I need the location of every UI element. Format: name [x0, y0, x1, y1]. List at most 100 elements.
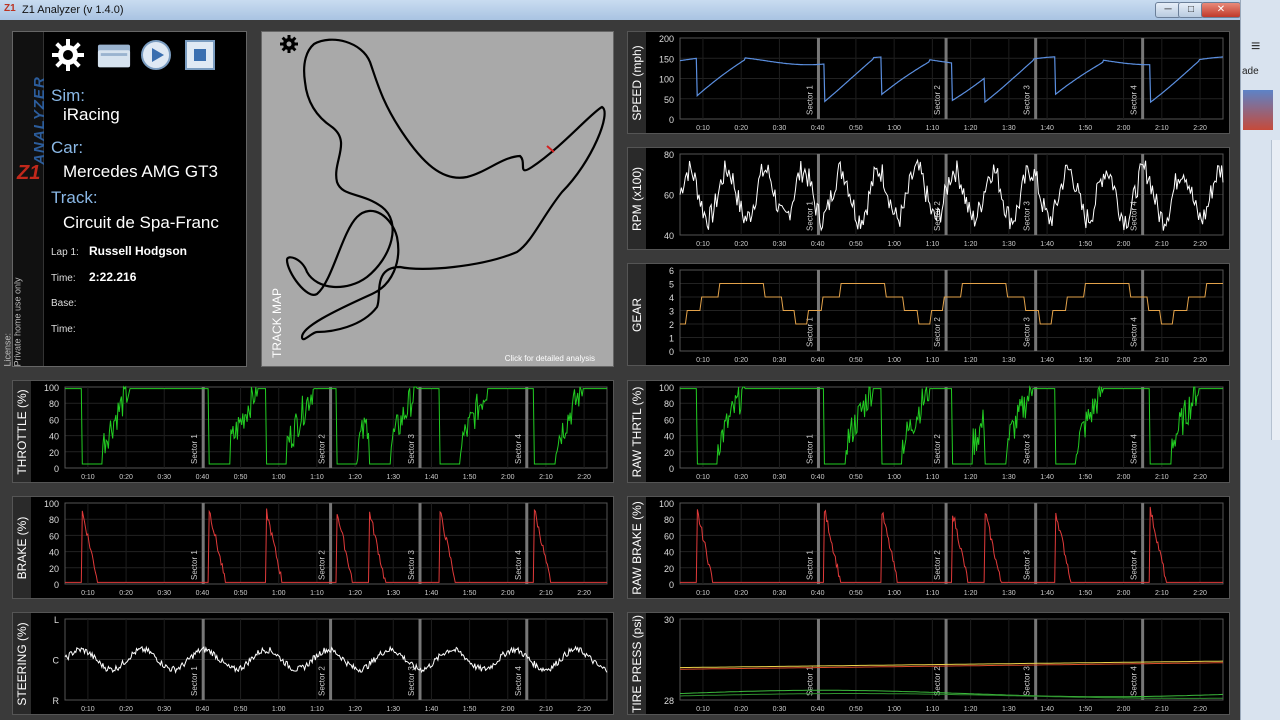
lap-time: 2:22.216: [89, 270, 137, 284]
rawthrottle-xtick: 2:20: [1193, 474, 1207, 481]
rpm-xtick: 2:20: [1193, 241, 1207, 248]
steering-xtick: 1:30: [386, 706, 400, 713]
gear-xtick: 2:00: [1117, 357, 1131, 364]
steering-xtick: 2:00: [501, 706, 515, 713]
speed-ytick: 50: [664, 95, 674, 105]
rawbrake-xtick: 1:50: [1079, 590, 1093, 597]
rawbrake-sector-label: Sector 2: [933, 550, 942, 580]
logo-text: ANALYZER: [30, 76, 48, 165]
play-icon[interactable]: [139, 38, 173, 72]
rawthrottle-ytick: 0: [669, 464, 674, 474]
tirepress-xtick: 1:20: [964, 706, 978, 713]
throttle-xtick: 0:30: [157, 474, 171, 481]
menu-icon[interactable]: ≡: [1251, 38, 1260, 56]
rawbrake-xtick: 0:30: [773, 590, 787, 597]
raw-brake-chart[interactable]: RAW BRAKE (%) 100 80 60 40 20 0 0:10 0:20 0:30 0:…: [627, 496, 1230, 599]
steering-xtick: 2:10: [539, 706, 553, 713]
scrollbar[interactable]: [1271, 140, 1280, 440]
brake-xtick: 2:20: [577, 590, 591, 597]
rawthrottle-xtick: 2:10: [1155, 474, 1169, 481]
tirepress-sector-label: Sector 1: [805, 666, 814, 696]
gear-xtick: 0:50: [849, 357, 863, 364]
rawbrake-xtick: 0:50: [849, 590, 863, 597]
rawbrake-xtick: 0:10: [696, 590, 710, 597]
base-time-label: Time:: [51, 324, 76, 335]
rawbrake-sector-label: Sector 4: [1130, 550, 1139, 580]
rawbrake-xtick: 0:20: [734, 590, 748, 597]
rawbrake-ytick: 0: [669, 580, 674, 590]
background-thumbnail: [1243, 90, 1273, 130]
steering-ytick: R: [53, 696, 60, 706]
throttle-ytick: 80: [49, 399, 59, 409]
brake-sector-label: Sector 4: [514, 550, 523, 580]
car-value: Mercedes AMG GT3: [63, 162, 218, 181]
rpm-xtick: 2:10: [1155, 241, 1169, 248]
throttle-xtick: 1:10: [310, 474, 324, 481]
steering-xtick: 0:50: [234, 706, 248, 713]
speed-ytick: 100: [659, 75, 674, 85]
brake-ytick: 80: [49, 515, 59, 525]
rawbrake-xtick: 0:40: [811, 590, 825, 597]
gear-xtick: 1:00: [887, 357, 901, 364]
speed-xtick: 2:00: [1117, 125, 1131, 132]
steering-xtick: 0:20: [119, 706, 133, 713]
brake-xtick: 0:50: [234, 590, 248, 597]
brake-xtick: 0:40: [196, 590, 210, 597]
speed-xtick: 1:20: [964, 125, 978, 132]
brake-sector-label: Sector 3: [407, 550, 416, 580]
track-outline: [285, 38, 606, 341]
tirepress-xtick: 1:00: [887, 706, 901, 713]
tirepress-xtick: 0:50: [849, 706, 863, 713]
rawbrake-sector-label: Sector 1: [805, 550, 814, 580]
steering-xtick: 1:20: [348, 706, 362, 713]
rawbrake-ytick: 60: [664, 531, 674, 541]
folder-icon[interactable]: [97, 38, 131, 72]
track-map-panel[interactable]: TRACK MAP Click for detailed analysis: [261, 31, 614, 367]
gear-xtick: 1:40: [1040, 357, 1054, 364]
gear-ytick: 4: [669, 293, 674, 303]
tirepress-xtick: 0:30: [773, 706, 787, 713]
steering-xtick: 1:40: [425, 706, 439, 713]
stop-icon[interactable]: [183, 38, 217, 72]
speed-xtick: 0:50: [849, 125, 863, 132]
rawthrottle-xtick: 0:40: [811, 474, 825, 481]
raw-throttle-chart[interactable]: RAW THRTL (%) 100 80 60 40 20 0 0:10 0:20 0:30 0:…: [627, 380, 1230, 483]
close-button[interactable]: ✕: [1201, 2, 1241, 18]
steering-xtick: 1:10: [310, 706, 324, 713]
brake-chart[interactable]: BRAKE (%) 100 80 60 40 20 0 0:10 0:20 0:30 0:40 0:…: [12, 496, 614, 599]
rpm-chart[interactable]: RPM (x100) 80 60 40 0:10 0:20 0:30 0:40 0:50 1:0…: [627, 147, 1230, 250]
throttle-xtick: 0:10: [81, 474, 95, 481]
sim-value: iRacing: [63, 105, 120, 124]
gear-chart[interactable]: GEAR 6 5 4 3 2 1 0 0:10 0:20 0:30 0:40 0:50 1:00 1:10…: [627, 263, 1230, 366]
speed-xtick: 0:40: [811, 125, 825, 132]
throttle-ytick: 100: [44, 383, 59, 393]
rawbrake-xtick: 2:20: [1193, 590, 1207, 597]
tire-pressure-chart[interactable]: TIRE PRESS (psi) 30 28 0:10 0:20 0:30 0:40 0:5…: [627, 612, 1230, 715]
speed-xtick: 1:40: [1040, 125, 1054, 132]
speed-chart[interactable]: SPEED (mph) 200 150 100 50 0 0:10 0:20 0:30 0:40…: [627, 31, 1230, 134]
speed-sector-label: Sector 4: [1130, 85, 1139, 115]
tirepress-xtick: 2:00: [1117, 706, 1131, 713]
gear-xtick: 1:50: [1079, 357, 1093, 364]
track-map-label: TRACK MAP: [270, 287, 285, 359]
gear-icon[interactable]: [51, 38, 85, 72]
rawbrake-ytick: 40: [664, 548, 674, 558]
brake-ytick: 40: [49, 548, 59, 558]
detailed-analysis-link[interactable]: Click for detailed analysis: [505, 354, 595, 363]
throttle-chart[interactable]: THROTTLE (%) 100 80 60 40 20 0 0:10 0:20 0:30 0:4…: [12, 380, 614, 483]
rawbrake-xtick: 1:40: [1040, 590, 1054, 597]
speed-xtick: 1:50: [1079, 125, 1093, 132]
rpm-xtick: 1:00: [887, 241, 901, 248]
throttle-xtick: 1:50: [463, 474, 477, 481]
steering-ytick: L: [54, 615, 59, 625]
rpm-axis-label: RPM (x100): [630, 166, 644, 231]
gear-xtick: 0:30: [773, 357, 787, 364]
steering-chart[interactable]: STEERING (%) L C R 0:10 0:20 0:30 0:40 0:50 1:00…: [12, 612, 614, 715]
window-title: Z1 Analyzer (v 1.4.0): [22, 4, 124, 16]
track-settings-icon[interactable]: [280, 35, 298, 53]
rawthrottle-sector-label: Sector 3: [1023, 434, 1032, 464]
rawthrottle-xtick: 1:00: [887, 474, 901, 481]
tirepress-sector-label: Sector 2: [933, 666, 942, 696]
tirepress-xtick: 2:20: [1193, 706, 1207, 713]
gear-ytick: 5: [669, 280, 674, 290]
